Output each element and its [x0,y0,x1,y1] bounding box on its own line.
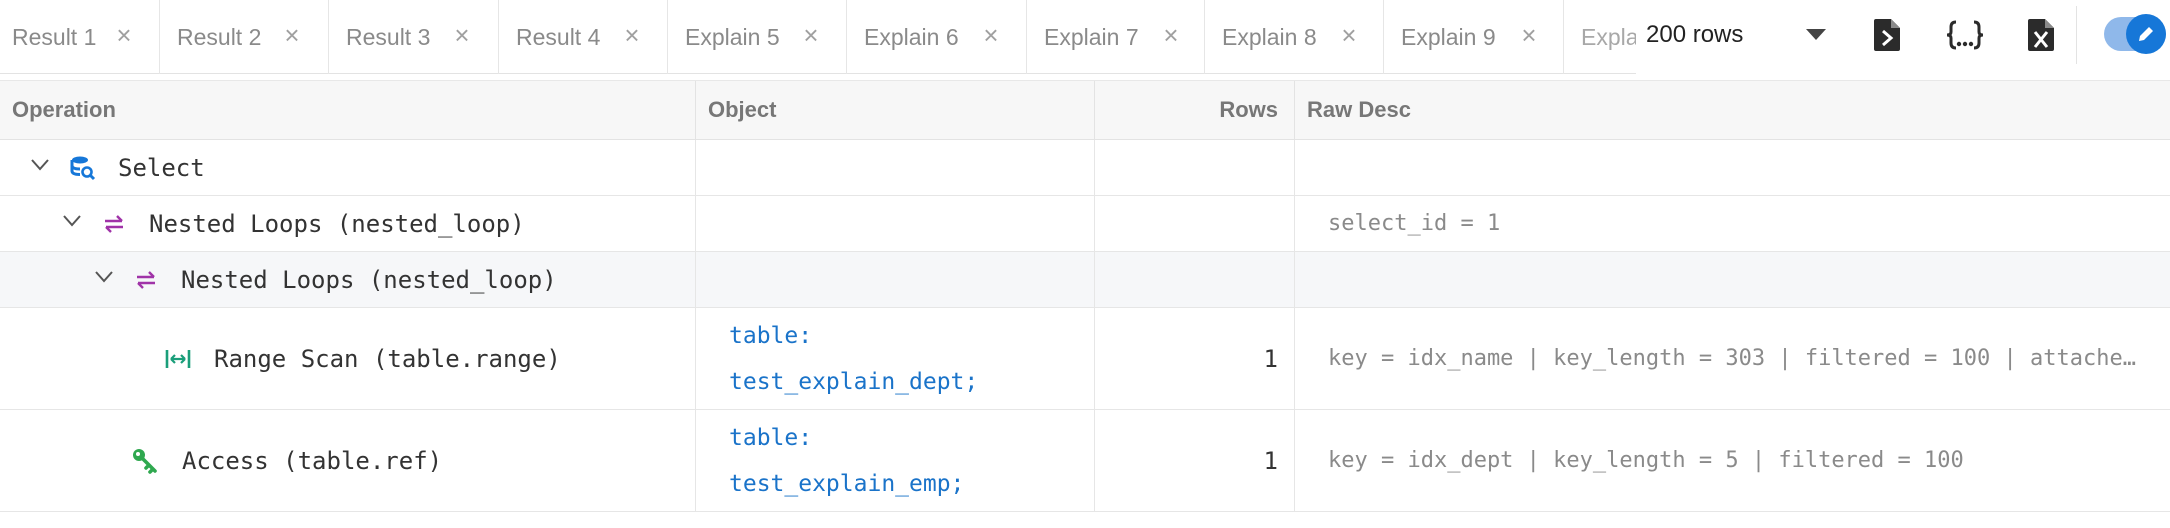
tab-explain-5[interactable]: Explain 5 × [668,0,847,74]
tab-label: Result 3 [346,23,431,50]
close-icon[interactable]: × [1158,22,1184,48]
raw-desc-cell: select_id = 1 [1295,196,2170,251]
tab-label: Explain 8 [1222,23,1317,50]
close-icon[interactable]: × [111,22,137,48]
object-cell [696,252,1095,307]
database-search-icon [69,154,97,182]
column-header-raw-desc[interactable]: Raw Desc [1295,81,2170,139]
edit-toggle-icon [2126,14,2166,54]
tab-label: Explain 5 [685,23,780,50]
rows-limit-select[interactable]: 200 rows [1636,0,1826,70]
tab-label: Explain 7 [1044,23,1139,50]
toolbar-divider [2076,6,2077,64]
file-export-icon[interactable] [1868,16,1906,54]
table-row[interactable]: Select [0,140,2170,196]
raw-desc-text: key = idx_name | key_length = 303 | filt… [1328,346,2137,371]
raw-desc-cell [1295,140,2170,195]
close-icon[interactable]: × [619,22,645,48]
nested-loop-icon [132,266,160,294]
tab-result-4[interactable]: Result 4 × [499,0,668,74]
tab-label: Result 2 [177,23,262,50]
key-icon [131,447,159,475]
chevron-down-icon[interactable] [93,266,115,288]
close-icon[interactable]: × [1516,22,1542,48]
range-scan-icon [164,345,192,373]
raw-desc-text: select_id = 1 [1328,211,1501,236]
json-icon[interactable] [1946,16,1984,54]
operation-cell: Nested Loops (nested_loop) [0,196,696,251]
tab-result-2[interactable]: Result 2 × [160,0,329,74]
operation-cell: Range Scan (table.range) [0,308,696,409]
result-tabs: Result 1 × Result 2 × Result 3 × Result … [0,0,1636,74]
rows-limit-value: 200 rows [1646,21,1744,48]
rows-cell [1095,252,1295,307]
raw-desc-text: key = idx_dept | key_length = 5 | filter… [1328,448,1964,473]
tab-explain-7[interactable]: Explain 7 × [1027,0,1205,74]
tab-label: Explain 9 [1401,23,1496,50]
excel-icon[interactable] [2022,16,2060,54]
tab-explain-10[interactable]: Expla [1564,0,1636,74]
tab-label: Result 4 [516,23,601,50]
rows-cell: 1 [1095,410,1295,511]
rows-cell [1095,196,1295,251]
table-row[interactable]: Nested Loops (nested_loop) select_id = 1 [0,196,2170,252]
rows-cell: 1 [1095,308,1295,409]
close-icon[interactable]: × [798,22,824,48]
operation-cell: Access (table.ref) [0,410,696,511]
object-cell [696,140,1095,195]
close-icon[interactable]: × [1336,22,1362,48]
tab-result-3[interactable]: Result 3 × [329,0,499,74]
operation-label: Nested Loops (nested_loop) [149,209,525,238]
object-line: test_explain_emp; [729,470,965,497]
tab-explain-8[interactable]: Explain 8 × [1205,0,1384,74]
column-header-rows[interactable]: Rows [1095,81,1295,139]
column-header-operation[interactable]: Operation [0,81,696,139]
object-line: test_explain_dept; [729,368,979,395]
operation-cell: Select [0,140,696,195]
operation-label: Access (table.ref) [182,446,443,475]
table-header: Operation Object Rows Raw Desc [0,80,2170,140]
explain-result-grid: Operation Object Rows Raw Desc Select Ne… [0,80,2170,528]
tab-bar: Result 1 × Result 2 × Result 3 × Result … [0,0,2170,74]
chevron-down-icon[interactable] [29,154,51,176]
tab-label: Result 1 [12,23,97,50]
tab-explain-9[interactable]: Explain 9 × [1384,0,1564,74]
rows-cell [1095,140,1295,195]
operation-cell: Nested Loops (nested_loop) [0,252,696,307]
result-toolbar: 200 rows [1636,0,2170,74]
operation-label: Nested Loops (nested_loop) [181,265,557,294]
nested-loop-icon [100,210,128,238]
raw-desc-cell: key = idx_dept | key_length = 5 | filter… [1295,410,2170,511]
tab-explain-6[interactable]: Explain 6 × [847,0,1027,74]
raw-desc-cell [1295,252,2170,307]
close-icon[interactable]: × [449,22,475,48]
edit-mode-toggle[interactable] [2104,14,2166,54]
object-cell: table: test_explain_emp; [696,410,1095,511]
close-icon[interactable]: × [978,22,1004,48]
object-cell [696,196,1095,251]
operation-label: Range Scan (table.range) [214,344,561,373]
object-cell: table: test_explain_dept; [696,308,1095,409]
tab-result-1[interactable]: Result 1 × [0,0,160,74]
object-line: table: [729,322,813,349]
table-row[interactable]: Nested Loops (nested_loop) [0,252,2170,308]
close-icon[interactable]: × [279,22,305,48]
chevron-down-icon[interactable] [61,210,83,232]
table-row[interactable]: Range Scan (table.range) table: test_exp… [0,308,2170,410]
tab-label: Explain 6 [864,23,959,50]
raw-desc-cell: key = idx_name | key_length = 303 | filt… [1295,308,2170,409]
tab-label: Expla [1581,23,1636,50]
table-row[interactable]: Access (table.ref) table: test_explain_e… [0,410,2170,512]
column-header-object[interactable]: Object [696,81,1095,139]
caret-down-icon [1806,29,1826,40]
operation-label: Select [118,153,205,182]
object-line: table: [729,424,813,451]
